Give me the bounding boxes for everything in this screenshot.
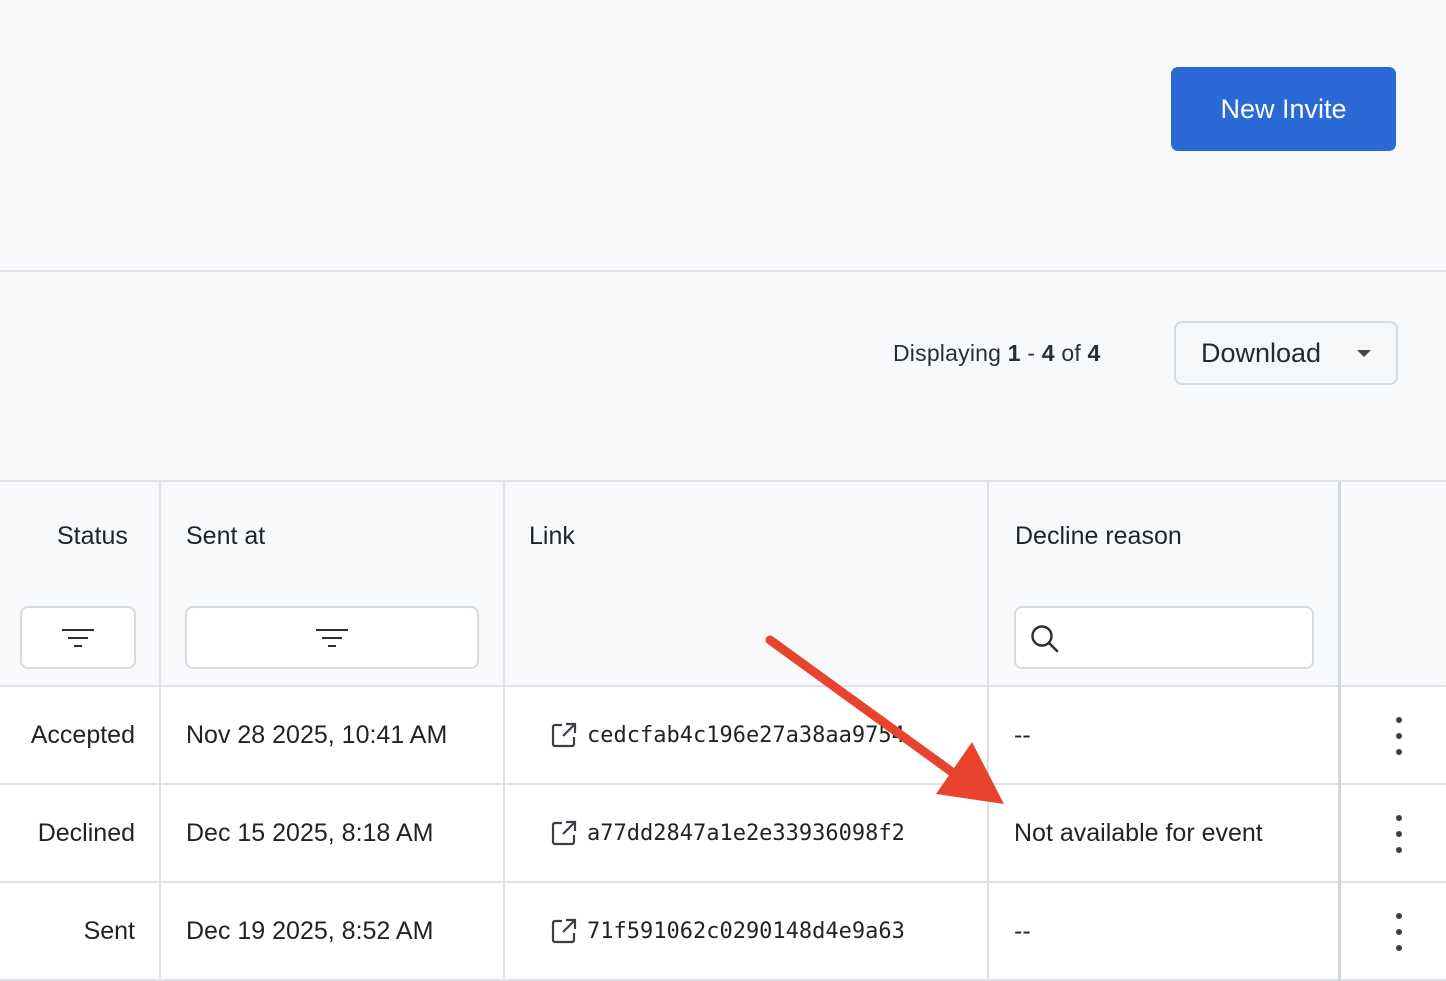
decline-reason-search[interactable] — [1014, 606, 1314, 669]
invite-link[interactable]: 71f591062c0290148d4e9a63 — [550, 883, 905, 979]
row-actions-button[interactable] — [1382, 717, 1416, 755]
decline-reason-cell: -- — [1014, 720, 1031, 749]
external-link-icon — [551, 722, 577, 748]
row-actions-button[interactable] — [1382, 913, 1416, 951]
chevron-down-icon — [1357, 350, 1371, 357]
status-cell: Declined — [37, 818, 135, 847]
status-filter-button[interactable] — [20, 606, 136, 669]
filter-icon — [62, 627, 94, 649]
column-divider — [159, 482, 161, 981]
table-row: Accepted Nov 28 2025, 10:41 AM cedcfab4c… — [0, 687, 1446, 785]
external-link-icon — [551, 820, 577, 846]
search-icon — [1031, 625, 1059, 653]
column-divider — [987, 482, 989, 981]
sent-at-cell: Nov 28 2025, 10:41 AM — [186, 720, 448, 749]
invite-link[interactable]: a77dd2847a1e2e33936098f2 — [550, 785, 905, 881]
more-vertical-icon — [1396, 913, 1402, 951]
total-count: 4 — [1087, 340, 1101, 366]
invite-link-text: a77dd2847a1e2e33936098f2 — [587, 820, 905, 846]
column-header-link[interactable]: Link — [529, 522, 575, 551]
invites-table: Status Sent at Link Decline reason Accep… — [0, 480, 1446, 981]
row-actions-button[interactable] — [1382, 815, 1416, 853]
invite-link-text: 71f591062c0290148d4e9a63 — [587, 918, 905, 944]
range-end: 4 — [1041, 340, 1055, 366]
display-prefix: Displaying — [893, 340, 1002, 366]
table-toolbar: Displaying 1 - 4 of 4 Download — [0, 272, 1446, 480]
table-row: Declined Dec 15 2025, 8:18 AM a77dd2847a… — [0, 785, 1446, 883]
column-divider — [503, 482, 505, 981]
decline-reason-cell: -- — [1014, 916, 1031, 945]
more-vertical-icon — [1396, 815, 1402, 853]
decline-reason-cell: Not available for event — [1014, 818, 1263, 847]
table-header: Status Sent at Link Decline reason — [0, 482, 1446, 687]
download-button[interactable]: Download — [1174, 321, 1398, 385]
range-start: 1 — [1007, 340, 1021, 366]
more-vertical-icon — [1396, 717, 1402, 755]
page-header: New Invite — [0, 0, 1446, 272]
sent-at-cell: Dec 19 2025, 8:52 AM — [186, 916, 434, 945]
range-separator: - — [1027, 340, 1036, 366]
invite-link-text: cedcfab4c196e27a38aa9754 — [587, 722, 905, 748]
external-link-icon — [551, 918, 577, 944]
table-row: Sent Dec 19 2025, 8:52 AM 71f591062c0290… — [0, 883, 1446, 981]
status-cell: Accepted — [30, 720, 135, 749]
sent-at-cell: Dec 15 2025, 8:18 AM — [186, 818, 434, 847]
status-cell: Sent — [83, 916, 135, 945]
column-header-sent-at[interactable]: Sent at — [186, 522, 265, 551]
pagination-summary: Displaying 1 - 4 of 4 — [893, 340, 1101, 367]
download-label: Download — [1201, 337, 1322, 368]
sent-at-filter-button[interactable] — [185, 606, 479, 669]
filter-icon — [316, 627, 348, 649]
new-invite-button[interactable]: New Invite — [1171, 67, 1396, 151]
pinned-column-divider — [1338, 482, 1341, 981]
column-header-status[interactable]: Status — [57, 522, 128, 551]
of-label: of — [1061, 340, 1081, 366]
column-header-decline-reason[interactable]: Decline reason — [1015, 522, 1182, 551]
decline-reason-search-input[interactable] — [1076, 616, 1306, 660]
invite-link[interactable]: cedcfab4c196e27a38aa9754 — [550, 687, 905, 783]
